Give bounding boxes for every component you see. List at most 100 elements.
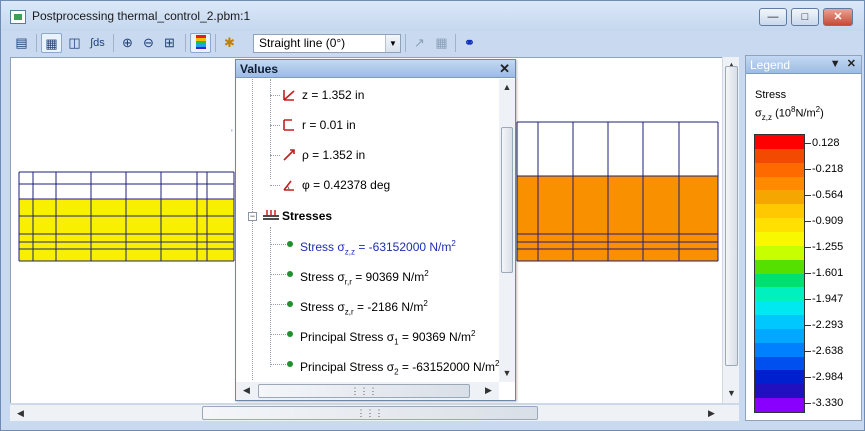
stress-bullet-icon — [287, 331, 293, 337]
values-panel: Values ✕ z = 1.352 in r = 0.01 in ρ = 1.… — [235, 59, 516, 401]
color-swatch — [755, 370, 804, 385]
scroll-right-icon[interactable]: ▶ — [703, 405, 720, 422]
r-axis-icon — [283, 119, 294, 131]
toolbar-separator — [455, 34, 456, 52]
stress-bullet-icon — [287, 271, 293, 277]
zoom-out-icon[interactable]: ⊖ — [138, 33, 159, 53]
values-tree: z = 1.352 in r = 0.01 in ρ = 1.352 in φ … — [236, 79, 499, 382]
stresses-group-label: Stresses — [282, 209, 333, 223]
zoom-extents-icon[interactable]: ⊞ — [159, 33, 180, 53]
color-scale-tick: -2.984 — [805, 371, 843, 383]
scroll-left-icon[interactable]: ◀ — [238, 382, 255, 399]
legend-panel-controls[interactable]: ▼ ✕ — [830, 57, 856, 70]
color-swatch — [755, 204, 804, 219]
copy-values-icon[interactable]: ◫ — [64, 33, 85, 53]
chart-icon[interactable]: ↗ — [409, 33, 430, 53]
coord-phi: φ = 0.42378 deg — [302, 178, 391, 192]
color-swatch — [755, 176, 804, 191]
color-scale-tick: 0.128 — [805, 137, 840, 149]
color-swatch — [755, 398, 804, 413]
color-swatch — [755, 162, 804, 178]
phi-angle-icon — [283, 180, 294, 191]
horizontal-scrollbar[interactable]: ◀ ⋮⋮⋮ ▶ — [10, 404, 739, 421]
toolbar: ▤ ▦ ◫ ∫ds ⊕ ⊖ ⊞ ✱ Straight line (0°) ▼ ↗… — [7, 31, 862, 55]
rho-axis-icon — [283, 149, 295, 161]
vertical-scroll-thumb[interactable] — [725, 66, 738, 366]
stress-zr-row[interactable]: Stress σz,r = -2186 N/m2 — [300, 295, 428, 316]
color-scale-tick: -2.638 — [805, 345, 843, 357]
stress-rr-row[interactable]: Stress σr,r = 90369 N/m2 — [300, 265, 429, 286]
scroll-down-icon[interactable]: ▼ — [723, 385, 740, 402]
curve-icon[interactable]: ⚭ — [459, 33, 480, 53]
legend-panel: Legend ▼ ✕ Stress σz,z (108N/m2) 0.128 -0… — [745, 55, 862, 421]
close-button[interactable]: ✕ — [823, 8, 853, 26]
color-swatch — [755, 356, 804, 371]
scroll-right-icon[interactable]: ▶ — [480, 382, 497, 399]
app-window: Postprocessing thermal_control_2.pbm:1 —… — [0, 0, 865, 431]
legend-unit: σz,z (108N/m2) — [755, 105, 824, 122]
color-swatch — [755, 287, 804, 302]
stress-bullet-icon — [287, 241, 293, 247]
scroll-down-icon[interactable]: ▼ — [499, 365, 515, 382]
show-model-icon[interactable]: ▤ — [11, 33, 32, 53]
minimize-button[interactable]: — — [759, 8, 787, 26]
toolbar-separator — [185, 34, 186, 52]
color-scale-tick: -1.601 — [805, 267, 843, 279]
values-scroll-thumb[interactable] — [501, 127, 513, 273]
color-swatch — [755, 342, 804, 358]
collapse-icon[interactable]: − — [248, 212, 257, 221]
coord-r: r = 0.01 in — [302, 118, 356, 132]
color-swatch — [755, 259, 804, 274]
zoom-in-icon[interactable]: ⊕ — [117, 33, 138, 53]
toolbar-separator — [113, 34, 114, 52]
close-icon[interactable]: ✕ — [499, 61, 510, 77]
coord-z: z = 1.352 in — [302, 88, 365, 102]
grid-table-icon[interactable]: ▦ — [431, 33, 452, 53]
color-scale-tick: -2.293 — [805, 319, 843, 331]
color-scale-tick: -0.909 — [805, 215, 843, 227]
maximize-button[interactable]: □ — [791, 8, 819, 26]
title-bar: Postprocessing thermal_control_2.pbm:1 —… — [1, 1, 864, 31]
plot-type-select[interactable]: Straight line (0°) ▼ — [253, 34, 401, 53]
color-swatch — [755, 231, 804, 247]
color-scale-tick: -1.255 — [805, 241, 843, 253]
stresses-group-icon — [263, 210, 279, 220]
color-swatch — [755, 148, 804, 164]
mesh-region-right — [517, 176, 718, 261]
color-swatch — [755, 328, 804, 344]
stress-bullet-icon — [287, 361, 293, 367]
scroll-left-icon[interactable]: ◀ — [12, 405, 29, 422]
stress-zz-row[interactable]: Stress σz,z = -63152000 N/m2 — [300, 235, 456, 256]
principal-stress-2-row[interactable]: Principal Stress σ2 = -63152000 N/m2 — [300, 355, 499, 376]
color-legend-icon[interactable] — [190, 33, 211, 53]
values-horizontal-scrollbar[interactable]: ◀ ⋮⋮⋮ ▶ — [236, 382, 499, 400]
color-swatch — [755, 273, 804, 288]
z-axis-icon — [283, 90, 295, 101]
color-scale-tick: -1.947 — [805, 293, 843, 305]
legend-quantity: Stress — [755, 89, 787, 101]
toolbar-separator — [215, 34, 216, 52]
marker-icon[interactable]: ✱ — [219, 33, 240, 53]
integral-ds-icon[interactable]: ∫ds — [87, 33, 108, 53]
color-scale-tick: -0.564 — [805, 189, 843, 201]
scroll-up-icon[interactable]: ▲ — [499, 79, 515, 96]
data-table-icon[interactable]: ▦ — [41, 33, 62, 53]
color-swatch — [755, 315, 804, 330]
color-swatch — [755, 190, 804, 205]
window-title: Postprocessing thermal_control_2.pbm:1 — [32, 9, 251, 23]
values-vertical-scrollbar[interactable]: ▲ ▼ — [499, 79, 515, 382]
chevron-down-icon[interactable]: ▼ — [385, 35, 400, 52]
principal-stress-1-row[interactable]: Principal Stress σ1 = 90369 N/m2 — [300, 325, 475, 346]
values-hscroll-thumb[interactable]: ⋮⋮⋮ — [258, 384, 470, 398]
stress-bullet-icon — [287, 301, 293, 307]
app-icon — [10, 10, 26, 24]
horizontal-scroll-thumb[interactable]: ⋮⋮⋮ — [202, 406, 538, 420]
color-scale-tick: -0.218 — [805, 163, 843, 175]
vertical-scrollbar[interactable]: ▲ ▼ — [722, 57, 739, 403]
color-scale-tick: -3.330 — [805, 397, 843, 409]
color-swatch — [755, 384, 804, 399]
color-swatch — [755, 245, 804, 261]
coord-rho: ρ = 1.352 in — [302, 148, 366, 162]
color-scale-bar — [754, 134, 805, 413]
values-panel-title: Values — [236, 60, 515, 78]
